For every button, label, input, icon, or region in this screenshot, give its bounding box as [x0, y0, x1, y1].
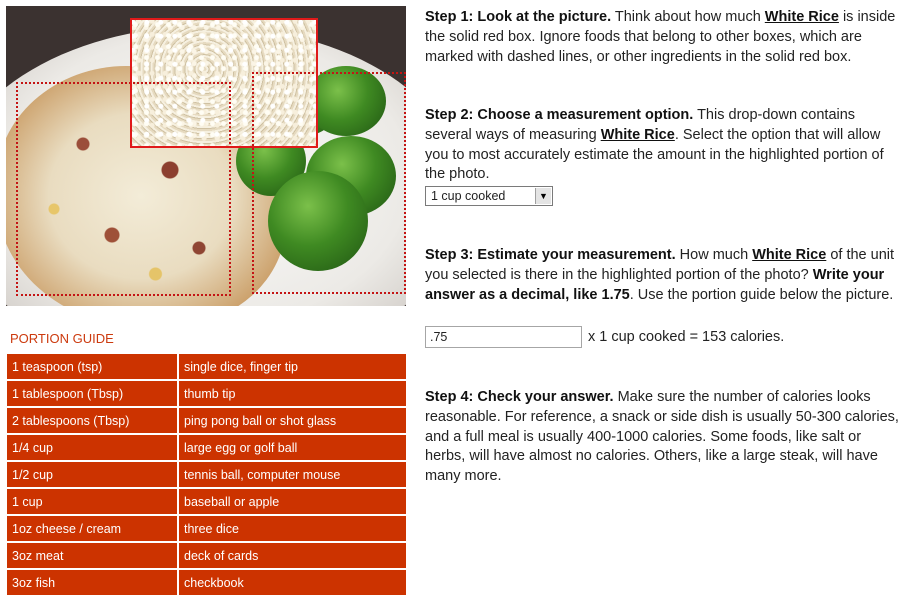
step-3-text: How much: [675, 247, 753, 263]
portion-comparison: tennis ball, computer mouse: [179, 462, 406, 487]
food-name: White Rice: [764, 9, 839, 25]
portion-row: 1 teaspoon (tsp) single dice, finger tip: [7, 354, 406, 379]
step-4: Step 4: Check your answer. Make sure the…: [425, 388, 905, 487]
step-3: Step 3: Estimate your measurement. How m…: [425, 246, 905, 305]
portion-comparison: single dice, finger tip: [179, 354, 406, 379]
dropdown-arrow-icon[interactable]: ▼: [535, 188, 551, 204]
portion-measure: 2 tablespoons (Tbsp): [7, 408, 177, 433]
portion-row: 2 tablespoons (Tbsp) ping pong ball or sh…: [7, 408, 406, 433]
portion-comparison: large egg or golf ball: [179, 435, 406, 460]
portion-measure: 3oz fish: [7, 570, 177, 595]
portion-measure: 1oz cheese / cream: [7, 516, 177, 541]
portion-row: 1 tablespoon (Tbsp) thumb tip: [7, 381, 406, 406]
portion-row: 1/2 cup tennis ball, computer mouse: [7, 462, 406, 487]
portion-measure: 3oz meat: [7, 543, 177, 568]
portion-row: 1 cup baseball or apple: [7, 489, 406, 514]
amount-input[interactable]: [425, 326, 582, 348]
portion-guide-title: PORTION GUIDE: [10, 331, 114, 346]
measurement-dropdown-value: 1 cup cooked: [431, 189, 506, 203]
measurement-dropdown[interactable]: 1 cup cooked ▼: [425, 186, 553, 206]
portion-comparison: baseball or apple: [179, 489, 406, 514]
step-3-text: . Use the portion guide below the pictur…: [629, 286, 894, 303]
step-3-title: Step 3: Estimate your measurement.: [425, 247, 676, 263]
portion-comparison: checkbook: [179, 570, 406, 595]
step-1: Step 1: Look at the picture. Think about…: [425, 8, 905, 67]
portion-comparison: thumb tip: [179, 381, 406, 406]
step-1-title: Step 1: Look at the picture.: [425, 9, 612, 25]
food-name: White Rice: [752, 247, 827, 263]
portion-row: 1/4 cup large egg or golf ball: [7, 435, 406, 460]
food-name: White Rice: [600, 126, 675, 143]
portion-measure: 1/4 cup: [7, 435, 177, 460]
highlight-box: [130, 18, 318, 148]
portion-row: 3oz fish checkbook: [7, 570, 406, 595]
portion-measure: 1/2 cup: [7, 462, 177, 487]
portion-comparison: ping pong ball or shot glass: [179, 408, 406, 433]
portion-row: 3oz meat deck of cards: [7, 543, 406, 568]
portion-measure: 1 tablespoon (Tbsp): [7, 381, 177, 406]
portion-comparison: deck of cards: [179, 543, 406, 568]
food-photo: [6, 6, 406, 306]
step-2-title: Step 2: Choose a measurement option.: [425, 107, 694, 123]
calorie-result: x 1 cup cooked = 153 calories.: [588, 329, 785, 345]
step-1-text: Think about how much: [611, 9, 765, 25]
portion-comparison: three dice: [179, 516, 406, 541]
portion-measure: 1 teaspoon (tsp): [7, 354, 177, 379]
portion-measure: 1 cup: [7, 489, 177, 514]
step-2: Step 2: Choose a measurement option. Thi…: [425, 106, 905, 185]
portion-row: 1oz cheese / cream three dice: [7, 516, 406, 541]
portion-guide-table: 1 teaspoon (tsp) single dice, finger tip 1…: [5, 352, 408, 597]
step-4-title: Step 4: Check your answer.: [425, 389, 614, 405]
